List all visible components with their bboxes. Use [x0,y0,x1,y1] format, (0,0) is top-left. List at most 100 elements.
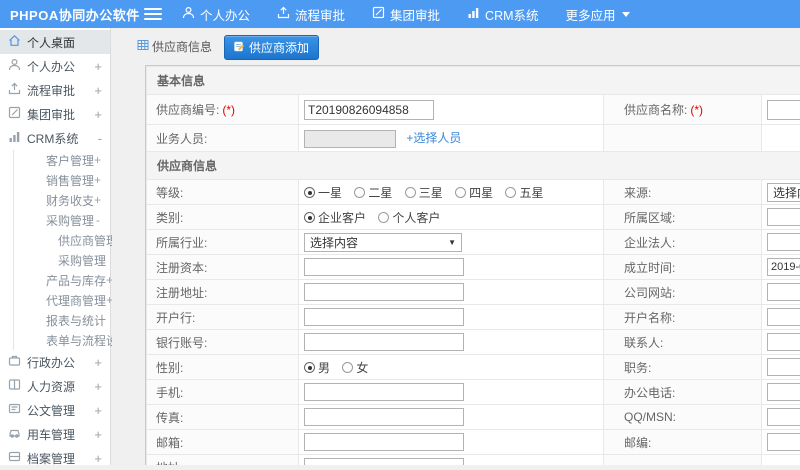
flow-icon [277,6,295,22]
home-icon [8,34,27,50]
sidebar-item-supplier-mgmt[interactable]: 供应商管理 [14,230,110,250]
bank-account-label: 银行账号: [147,330,299,355]
required-mark: (*) [222,103,235,117]
position-label: 职务: [604,355,762,380]
radio-option-5star[interactable]: 五星 [505,184,543,201]
edit-icon [8,106,27,122]
office-phone-label: 办公电话: [604,380,762,405]
sidebar-item-crm[interactable]: CRM系统 - [0,126,110,150]
supplier-name-label: 供应商名称:(*) [604,95,762,125]
legal-person-input[interactable] [767,233,800,251]
website-input[interactable] [767,283,800,301]
briefcase-icon [8,354,27,370]
top-nav: 个人办公 流程审批 集团审批 CRM系统 更多应用 [182,5,657,24]
tab-bar: 供应商信息 供应商添加 [112,28,800,64]
section-title-supplier-info: 供应商信息 [147,152,800,180]
topbar: PHPOA协同办公软件 个人办公 流程审批 集团审批 CRM系统 更多应用 [0,0,800,28]
source-select[interactable]: 选择内容▼ [767,183,800,202]
hamburger-menu-icon[interactable] [144,8,162,20]
fax-input[interactable] [304,408,464,426]
tab-supplier-add[interactable]: 供应商添加 [224,35,319,60]
nav-more-apps[interactable]: 更多应用 [566,5,630,24]
radio-icon [342,362,353,373]
sidebar-item-personal-office[interactable]: 个人办公 + [0,54,110,78]
supplier-form: 基本信息 供应商编号:(*) 供应商名称:(*) 业务人员: [146,66,800,465]
radio-option-personal[interactable]: 个人客户 [378,209,440,226]
nav-group-approval[interactable]: 集团审批 [372,5,440,24]
radio-option-female[interactable]: 女 [342,359,368,376]
bank-account-input[interactable] [304,333,464,351]
radio-icon [505,187,516,198]
fax-label: 传真: [147,405,299,430]
sidebar-item-sales-mgmt[interactable]: 销售管理 + [14,170,110,190]
mobile-input[interactable] [304,383,464,401]
radio-icon [304,187,315,198]
email-input[interactable] [304,433,464,451]
sidebar-item-document-mgmt[interactable]: 公文管理 + [0,398,110,422]
radio-option-4star[interactable]: 四星 [455,184,493,201]
radio-icon [405,187,416,198]
nav-crm-system[interactable]: CRM系统 [467,5,538,24]
qq-label: QQ/MSN: [604,405,762,430]
supplier-form-panel: 基本信息 供应商编号:(*) 供应商名称:(*) 业务人员: [145,65,800,465]
radio-option-3star[interactable]: 三星 [405,184,443,201]
sidebar-item-reports[interactable]: 报表与统计 [14,310,110,330]
category-radio-group: 企业客户 个人客户 [299,205,604,230]
dropdown-arrow-icon: ▼ [448,238,456,247]
zip-input[interactable] [767,433,800,451]
reg-address-label: 注册地址: [147,280,299,305]
sidebar-item-finance[interactable]: 财务收支 + [14,190,110,210]
user-icon [182,6,200,22]
contact-input[interactable] [767,333,800,351]
sidebar-item-form-flow-settings[interactable]: 表单与流程设置 + [14,330,110,350]
account-name-input[interactable] [767,308,800,326]
region-input[interactable] [767,208,800,226]
section-title-basic: 基本信息 [147,67,800,95]
supplier-name-input[interactable] [767,100,800,120]
sidebar-item-admin-office[interactable]: 行政办公 + [0,350,110,374]
reg-address-input[interactable] [304,283,464,301]
radio-option-1star[interactable]: 一星 [304,184,342,201]
qq-input[interactable] [767,408,800,426]
sidebar-item-customer-mgmt[interactable]: 客户管理 + [14,150,110,170]
industry-label: 所属行业: [147,230,299,255]
radio-option-2star[interactable]: 二星 [354,184,392,201]
sidebar-item-hr[interactable]: 人力资源 + [0,374,110,398]
radio-icon [304,212,315,223]
sidebar-item-purchase-mgmt[interactable]: 采购管理 - [14,210,110,230]
nav-personal-office[interactable]: 个人办公 [182,5,250,24]
supplier-no-label: 供应商编号:(*) [147,95,299,125]
nav-workflow-approval[interactable]: 流程审批 [277,5,345,24]
address-input[interactable] [304,458,464,465]
sidebar-item-group-approval[interactable]: 集团审批 + [0,102,110,126]
region-label: 所属区域: [604,205,762,230]
sidebar-item-product-inventory[interactable]: 产品与库存 + [14,270,110,290]
capital-input[interactable] [304,258,464,276]
tab-supplier-list[interactable]: 供应商信息 [133,35,216,58]
choose-staff-link[interactable]: +选择人员 [406,131,461,145]
staff-label: 业务人员: [147,125,299,152]
supplier-no-input[interactable] [304,100,434,120]
sidebar-item-purchasing[interactable]: 采购管理 [14,250,110,270]
founded-label: 成立时间: [604,255,762,280]
sidebar-item-desktop[interactable]: 个人桌面 [0,30,110,54]
caret-down-icon [622,12,630,17]
industry-select[interactable]: 选择内容▼ [304,233,462,252]
radio-option-enterprise[interactable]: 企业客户 [304,209,366,226]
staff-input[interactable] [304,130,396,148]
sidebar-item-workflow[interactable]: 流程审批 + [0,78,110,102]
book-icon [8,378,27,394]
office-phone-input[interactable] [767,383,800,401]
document-icon [8,402,27,418]
founded-date-input[interactable] [767,258,800,276]
radio-option-male[interactable]: 男 [304,359,330,376]
bank-input[interactable] [304,308,464,326]
category-label: 类别: [147,205,299,230]
sidebar-item-vehicle-mgmt[interactable]: 用车管理 + [0,422,110,446]
position-input[interactable] [767,358,800,376]
address-label: 地址: [147,455,299,466]
sidebar-item-agent-mgmt[interactable]: 代理商管理 + [14,290,110,310]
car-icon [8,426,27,442]
chart-icon [8,130,27,146]
sidebar-item-archive-mgmt[interactable]: 档案管理 + [0,446,110,470]
